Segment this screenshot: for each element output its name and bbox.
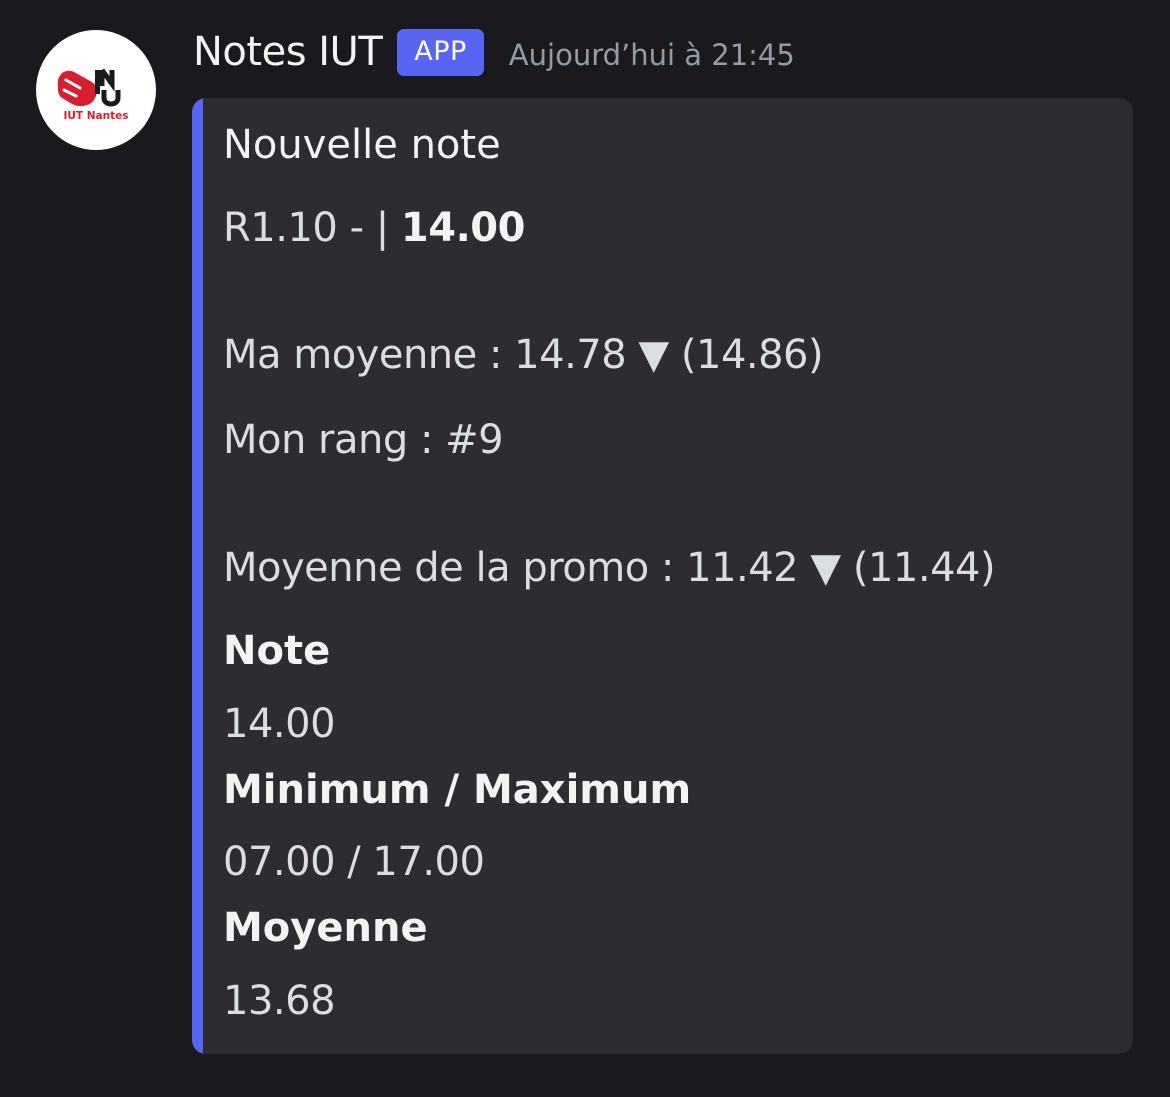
avatar[interactable]: IUT Nantes [36,30,156,150]
field-name-min-max: Minimum / Maximum [223,767,692,813]
field-value-note: 14.00 [223,701,336,747]
app-badge: APP [397,28,484,76]
field-value-average: 13.68 [223,978,336,1024]
embed: Nouvelle note R1.10 - | 14.00 Ma moyenne… [192,98,1133,1054]
field-value-min-max: 07.00 / 17.00 [223,839,485,885]
embed-accent-bar [192,98,203,1054]
embed-title: Nouvelle note [223,122,501,168]
down-arrow-icon: ▼ [638,332,669,378]
subject-line: R1.10 - | 14.00 [223,205,525,251]
class-average-previous: (11.44) [852,545,996,591]
my-average-line: Ma moyenne : 14.78 ▼ (14.86) [223,332,824,378]
subject-prefix: R1.10 - | [223,205,389,251]
rank-line: Mon rang : #9 [223,417,504,463]
down-arrow-icon: ▼ [810,545,841,591]
my-average-label: Ma moyenne : 14.78 [223,332,627,378]
class-average-line: Moyenne de la promo : 11.42 ▼ (11.44) [223,545,996,591]
avatar-caption: IUT Nantes [64,110,129,122]
field-name-average: Moyenne [223,905,428,951]
timestamp[interactable]: Aujourd’hui à 21:45 [509,38,795,72]
subject-grade: 14.00 [400,205,526,251]
message-header: Notes IUT APP Aujourd’hui à 21:45 [193,24,795,80]
my-average-previous: (14.86) [680,332,824,378]
message: IUT Nantes Notes IUT APP Aujourd’hui à 2… [0,0,1170,1097]
field-name-note: Note [223,628,331,674]
iut-nantes-logo-icon: IUT Nantes [57,68,129,122]
author-name[interactable]: Notes IUT [193,29,383,75]
class-average-label: Moyenne de la promo : 11.42 [223,545,799,591]
